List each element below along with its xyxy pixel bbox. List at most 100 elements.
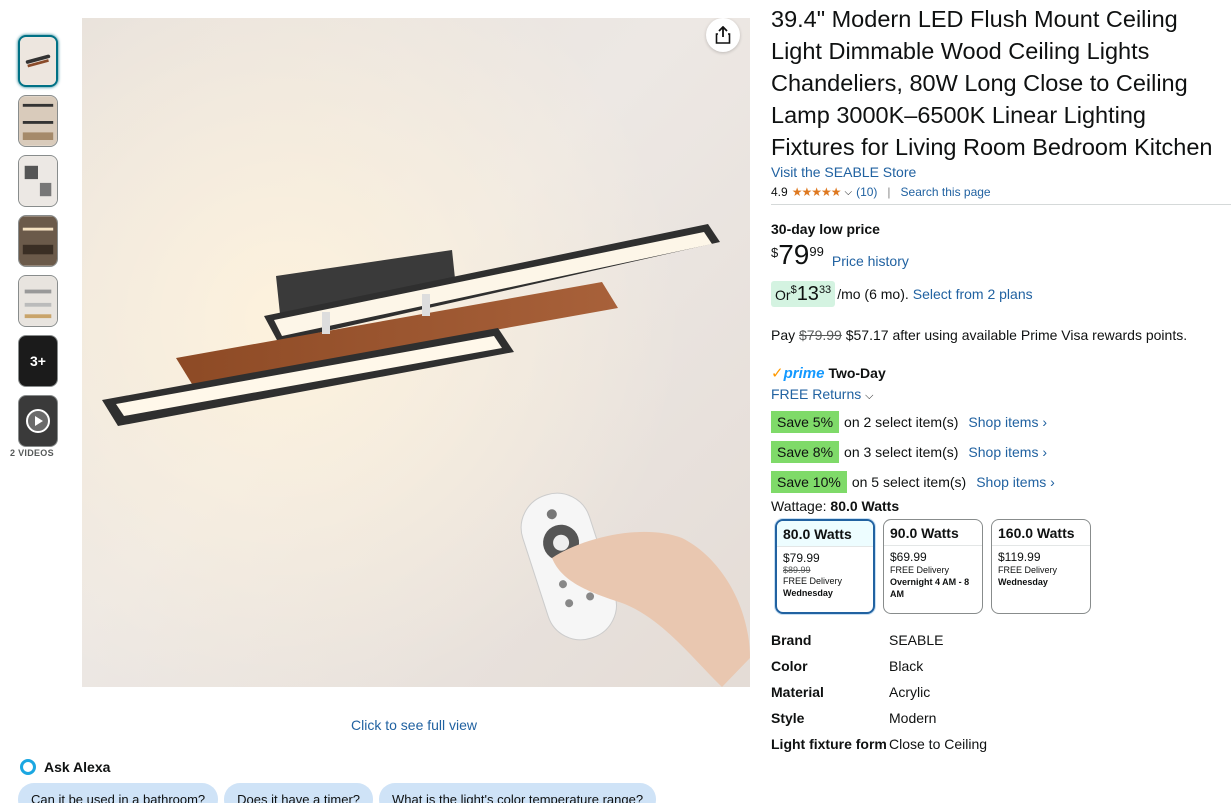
spec-row: Light fixture form Close to Ceiling xyxy=(771,736,1231,752)
select-plans-link[interactable]: Select from 2 plans xyxy=(913,286,1033,302)
videos-label: 2 VIDEOS xyxy=(10,448,54,458)
shop-items-link[interactable]: Shop items › xyxy=(976,474,1055,490)
search-page-link[interactable]: Search this page xyxy=(901,185,991,199)
prime-check-icon: ✓ xyxy=(771,365,784,382)
wattage-option-name: 80.0 Watts xyxy=(777,521,873,546)
thumbnail-strip: 3+ xyxy=(18,35,58,455)
wattage-option-delivery: FREE Delivery xyxy=(890,565,950,575)
thumbnail-3[interactable] xyxy=(18,155,58,207)
save-badge: Save 5% xyxy=(771,410,840,433)
product-specs: Brand SEABLE Color Black Material Acryli… xyxy=(771,632,1231,752)
product-details: 39.4" Modern LED Flush Mount Ceiling Lig… xyxy=(771,0,1231,762)
prime-visa-offer: Pay $79.99 $57.17 after using available … xyxy=(771,327,1231,343)
spec-value: Close to Ceiling xyxy=(889,736,988,752)
alexa-questions: Can it be used in a bathroom? Does it ha… xyxy=(18,783,657,803)
promo-row: Save 8% on 3 select item(s) Shop items › xyxy=(771,440,1231,463)
thumbnail-5[interactable] xyxy=(18,275,58,327)
play-icon xyxy=(26,409,50,433)
rating-value: 4.9 xyxy=(771,185,788,199)
visa-offer-text: $57.17 after using available Prime Visa … xyxy=(841,327,1188,343)
free-returns-label: FREE Returns xyxy=(771,386,862,402)
wattage-options: 80.0 Watts $79.99 $89.99 FREE Delivery W… xyxy=(775,519,1231,614)
plan-whole: 13 xyxy=(796,283,819,305)
shop-items-link[interactable]: Shop items › xyxy=(968,444,1047,460)
free-returns[interactable]: FREE Returns ⌵ xyxy=(771,386,1231,403)
separator: | xyxy=(887,185,891,199)
spec-key: Light fixture form xyxy=(771,736,887,752)
ceiling-light-illustration xyxy=(82,18,750,687)
price-whole: 79 xyxy=(778,239,810,270)
plan-or: Or xyxy=(775,287,791,303)
spec-value: SEABLE xyxy=(889,632,944,648)
plan-term: /mo (6 mo). xyxy=(837,286,909,302)
spec-row: Material Acrylic xyxy=(771,684,1231,700)
thumbnail-video[interactable] xyxy=(18,395,58,447)
spec-key: Color xyxy=(771,658,808,674)
wattage-option-price: $69.99 xyxy=(890,550,927,564)
spec-value: Modern xyxy=(889,710,937,726)
alexa-question-chip[interactable]: What is the light's color temperature ra… xyxy=(379,783,657,803)
spec-key: Brand xyxy=(771,632,812,648)
prime-logo: prime xyxy=(783,364,825,382)
ask-alexa-label: Ask Alexa xyxy=(44,759,111,775)
spec-key: Style xyxy=(771,710,805,726)
chevron-down-icon: ⌵ xyxy=(865,390,874,402)
prime-delivery: ✓ prime Two-Day xyxy=(771,364,1231,383)
full-view-link[interactable]: Click to see full view xyxy=(351,717,477,733)
wattage-option-price: $79.99 xyxy=(783,551,820,565)
delivery-speed: Two-Day xyxy=(828,365,886,381)
spec-row: Style Modern xyxy=(771,710,1231,726)
alexa-icon xyxy=(20,759,36,775)
rating-row: 4.9 ★★★★★ ⌵ (10) | Search this page xyxy=(771,185,1231,199)
wattage-option-80[interactable]: 80.0 Watts $79.99 $89.99 FREE Delivery W… xyxy=(775,519,875,614)
low-price-label: 30-day low price xyxy=(771,221,880,237)
thumbnail-more[interactable]: 3+ xyxy=(18,335,58,387)
wattage-option-when: Wednesday xyxy=(783,588,833,598)
wattage-option-delivery: FREE Delivery xyxy=(783,576,843,586)
promo-row: Save 10% on 5 select item(s) Shop items … xyxy=(771,470,1231,493)
price-history-link[interactable]: Price history xyxy=(832,253,909,269)
promo-text: on 3 select item(s) xyxy=(844,443,959,460)
wattage-option-when: Overnight 4 AM - 8 AM xyxy=(890,577,970,599)
store-link[interactable]: Visit the SEABLE Store xyxy=(771,164,916,180)
visa-old-price: $79.99 xyxy=(799,327,842,343)
thumbnail-4[interactable] xyxy=(18,215,58,267)
alexa-question-chip[interactable]: Does it have a timer? xyxy=(224,783,374,803)
star-rating-icon[interactable]: ★★★★★ xyxy=(792,185,842,199)
more-count: 3+ xyxy=(30,353,46,369)
spec-value: Acrylic xyxy=(889,684,931,700)
price-fraction: 99 xyxy=(809,244,824,259)
price-currency: $ xyxy=(771,245,779,260)
wattage-option-list-price: $89.99 xyxy=(783,565,811,575)
wattage-label: Wattage: 80.0 Watts xyxy=(771,498,1231,514)
wattage-option-name: 90.0 Watts xyxy=(890,525,959,541)
promo-text: on 5 select item(s) xyxy=(851,473,967,490)
thumbnail-2[interactable] xyxy=(18,95,58,147)
main-product-image[interactable] xyxy=(82,18,750,687)
save-badge: Save 8% xyxy=(771,440,840,463)
wattage-option-delivery: FREE Delivery xyxy=(998,565,1058,575)
wattage-selected: 80.0 Watts xyxy=(830,498,900,514)
thumbnail-1[interactable] xyxy=(18,35,58,87)
chevron-down-icon[interactable]: ⌵ xyxy=(844,187,852,198)
spec-key: Material xyxy=(771,684,824,700)
share-button[interactable] xyxy=(706,18,740,52)
plan-badge: Or $13 33 xyxy=(771,281,836,307)
wattage-label-text: Wattage: xyxy=(771,498,831,514)
share-icon xyxy=(715,26,731,44)
promo-row: Save 5% on 2 select item(s) Shop items › xyxy=(771,410,1231,433)
shop-items-link[interactable]: Shop items › xyxy=(968,414,1047,430)
wattage-option-90[interactable]: 90.0 Watts $69.99 FREE Delivery Overnigh… xyxy=(883,519,983,614)
promo-text: on 2 select item(s) xyxy=(844,413,959,430)
spec-row: Brand SEABLE xyxy=(771,632,1231,648)
wattage-option-name: 160.0 Watts xyxy=(998,525,1075,541)
payment-plans: Or $13 33 /mo (6 mo). Select from 2 plans xyxy=(771,281,1231,307)
product-title: 39.4" Modern LED Flush Mount Ceiling Lig… xyxy=(771,6,1213,160)
spec-row: Color Black xyxy=(771,658,1231,674)
review-count-link[interactable]: (10) xyxy=(856,185,877,199)
spec-value: Black xyxy=(889,658,924,674)
wattage-option-160[interactable]: 160.0 Watts $119.99 FREE Delivery Wednes… xyxy=(991,519,1091,614)
plan-fraction: 33 xyxy=(818,284,832,296)
ask-alexa: Ask Alexa xyxy=(20,759,110,775)
alexa-question-chip[interactable]: Can it be used in a bathroom? xyxy=(18,783,219,803)
